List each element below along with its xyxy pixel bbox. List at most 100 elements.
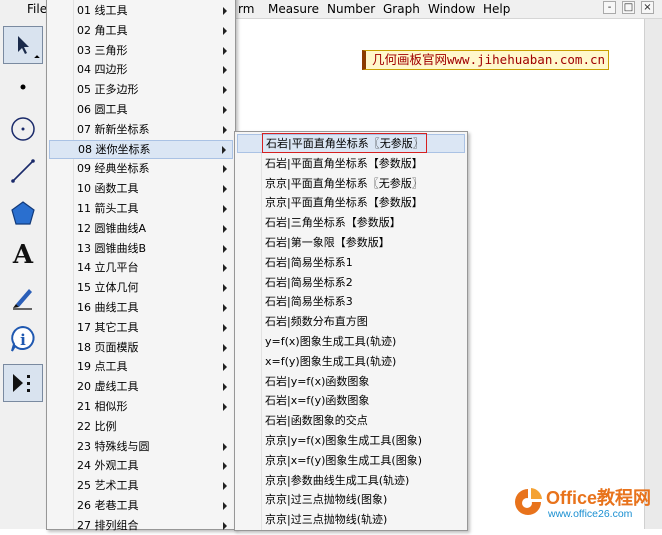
menu-item[interactable]: 14 立几平台 [49,258,233,277]
submenu-item[interactable]: 石岩|三角坐标系【参数版】 [237,213,465,232]
submenu-item-label: 石岩|平面直角坐标系〖无参版〗 [266,137,424,150]
submenu-item[interactable]: 石岩|简易坐标系3 [237,292,465,311]
menu-item[interactable]: 26 老巷工具 [49,496,233,515]
menu-number[interactable]: Number [327,1,375,17]
straightedge-tool[interactable] [3,152,43,190]
submenu-item[interactable]: 石岩|y=f(x)函数图象 [237,372,465,391]
custom-tools-icon [13,374,30,392]
menu-measure[interactable]: Measure [268,1,319,17]
submenu-item[interactable]: 石岩|x=f(y)函数图象 [237,391,465,410]
menu-item[interactable]: 15 立体几何 [49,278,233,297]
menu-item[interactable]: 16 曲线工具 [49,298,233,317]
text-tool[interactable]: A [3,236,43,274]
menu-item[interactable]: 12 圆锥曲线A [49,219,233,238]
menu-item[interactable]: 06 圆工具 [49,100,233,119]
menu-item[interactable]: 03 三角形 [49,41,233,60]
menu-item-label: 17 其它工具 [77,320,139,334]
submenu-item[interactable]: 京京|平面直角坐标系【参数版】 [237,193,465,212]
polygon-icon [11,201,35,225]
menu-item[interactable]: 01 线工具 [49,1,233,20]
menu-item-label: 19 点工具 [77,360,128,374]
menu-item-label: 14 立几平台 [77,261,139,275]
submenu-item-label: 石岩|简易坐标系2 [265,275,353,289]
menu-item[interactable]: 05 正多边形 [49,80,233,99]
submenu-item[interactable]: 石岩|简易坐标系2 [237,273,465,292]
submenu-item[interactable]: 石岩|函数图象的交点 [237,411,465,430]
menu-item-label: 15 立体几何 [77,281,139,295]
information-tool[interactable]: i [3,320,43,358]
custom-tools[interactable] [3,364,43,402]
menu-item[interactable]: 21 相似形 [49,397,233,416]
menu-item-label: 25 艺术工具 [77,479,139,493]
menu-item-label: 21 相似形 [77,400,128,413]
submenu-arrow-icon [223,185,227,194]
submenu-item[interactable]: 京京|过三点抛物线(轨迹) [237,510,465,529]
menu-transform-partial[interactable]: rm [238,1,254,17]
submenu-arrow-icon [223,403,227,411]
submenu-item[interactable]: 石岩|第一象限【参数版】 [237,233,465,252]
menu-item[interactable]: 22 比例 [49,417,233,436]
submenu-item-label: 石岩|简易坐标系3 [265,295,353,309]
menu-item[interactable]: 27 排列组合 [49,516,233,535]
menu-item-label: 07 新新坐标系 [77,122,150,136]
menu-item[interactable]: 09 经典坐标系 [49,159,233,178]
marker-tool[interactable] [3,278,43,316]
menu-item[interactable]: 18 页面模版 [49,338,233,357]
minimize-button[interactable]: - [603,1,616,14]
menu-item-label: 11 箭头工具 [77,202,139,215]
menu-item[interactable]: 13 圆锥曲线B [49,239,233,258]
menu-item[interactable]: 23 特殊线与圆 [49,437,233,456]
submenu-arrow-icon [223,86,227,95]
point-icon [20,84,26,90]
maximize-button[interactable]: □ [622,1,635,14]
custom-tools-menu: 01 线工具 02 角工具 03 三角形 04 四边形 05 正多边形 06 圆工具 07 … [46,0,236,532]
submenu-item[interactable]: 石岩|平面直角坐标系〖无参版〗 [237,134,465,153]
menu-help[interactable]: Help [483,1,510,17]
compass-tool[interactable] [3,110,43,148]
menu-window[interactable]: Window [428,1,475,17]
submenu-arrow-icon [223,205,227,213]
menu-file[interactable]: File [27,1,47,17]
menu-item[interactable]: 20 虚线工具 [49,377,233,396]
submenu-item[interactable]: y=f(x)图象生成工具(轨迹) [237,332,465,351]
submenu-item[interactable]: 京京|过三点抛物线(图象) [237,490,465,509]
polygon-tool[interactable] [3,194,43,232]
submenu-item-label: y=f(x)图象生成工具(轨迹) [265,335,397,348]
menu-item[interactable]: 25 艺术工具 [49,476,233,495]
menu-item[interactable]: 19 点工具 [49,357,233,376]
point-tool[interactable] [3,68,43,106]
menu-item[interactable]: 04 四边形 [49,60,233,79]
submenu-item[interactable]: 京京|x=f(y)图象生成工具(图象) [237,451,465,470]
menu-item[interactable]: 10 函数工具 [49,179,233,198]
menu-item-label: 20 虚线工具 [77,380,139,394]
submenu-item[interactable]: 京京|y=f(x)图象生成工具(图象) [237,431,465,450]
office-watermark: Office教程网 www.office26.com [512,478,662,529]
menu-item[interactable]: 07 新新坐标系 [49,120,233,139]
submenu-arrow-icon [223,502,227,510]
submenu-item[interactable]: 石岩|频数分布直方图 [237,312,465,331]
menu-item[interactable]: 11 箭头工具 [49,199,233,218]
menu-graph[interactable]: Graph [383,1,420,17]
menu-item[interactable]: 02 角工具 [49,21,233,40]
submenu-item[interactable]: 京京|平面直角坐标系〖无参版〗 [237,174,465,193]
submenu-item[interactable]: x=f(y)图象生成工具(轨迹) [237,352,465,371]
menu-item[interactable]: 24 外观工具 [49,456,233,475]
submenu-item[interactable]: 石岩|平面直角坐标系【参数版】 [237,154,465,173]
vertical-scrollbar[interactable] [644,19,662,529]
submenu-item-label: 石岩|函数图象的交点 [265,414,368,428]
menu-item[interactable]: 17 其它工具 [49,318,233,337]
submenu-arrow-icon [223,264,227,273]
submenu-item[interactable]: 石岩|简易坐标系1 [237,253,465,272]
submenu-arrow-icon [223,26,227,35]
menu-item[interactable]: 08 迷你坐标系 [49,139,233,159]
submenu-item-label: 石岩|简易坐标系1 [265,255,353,269]
submenu-item-label: 石岩|三角坐标系【参数版】 [265,216,401,230]
submenu-item[interactable]: 京京|参数曲线生成工具(轨迹) [237,471,465,490]
arrow-select-tool[interactable] [3,26,43,64]
submenu-arrow-icon [223,244,227,253]
close-button[interactable]: × [641,1,654,14]
menu-item-label: 03 三角形 [77,43,128,57]
submenu-item-label: 京京|x=f(y)图象生成工具(图象) [265,453,422,467]
submenu-arrow-icon [223,66,227,75]
menu-item-label: 04 四边形 [77,63,128,77]
